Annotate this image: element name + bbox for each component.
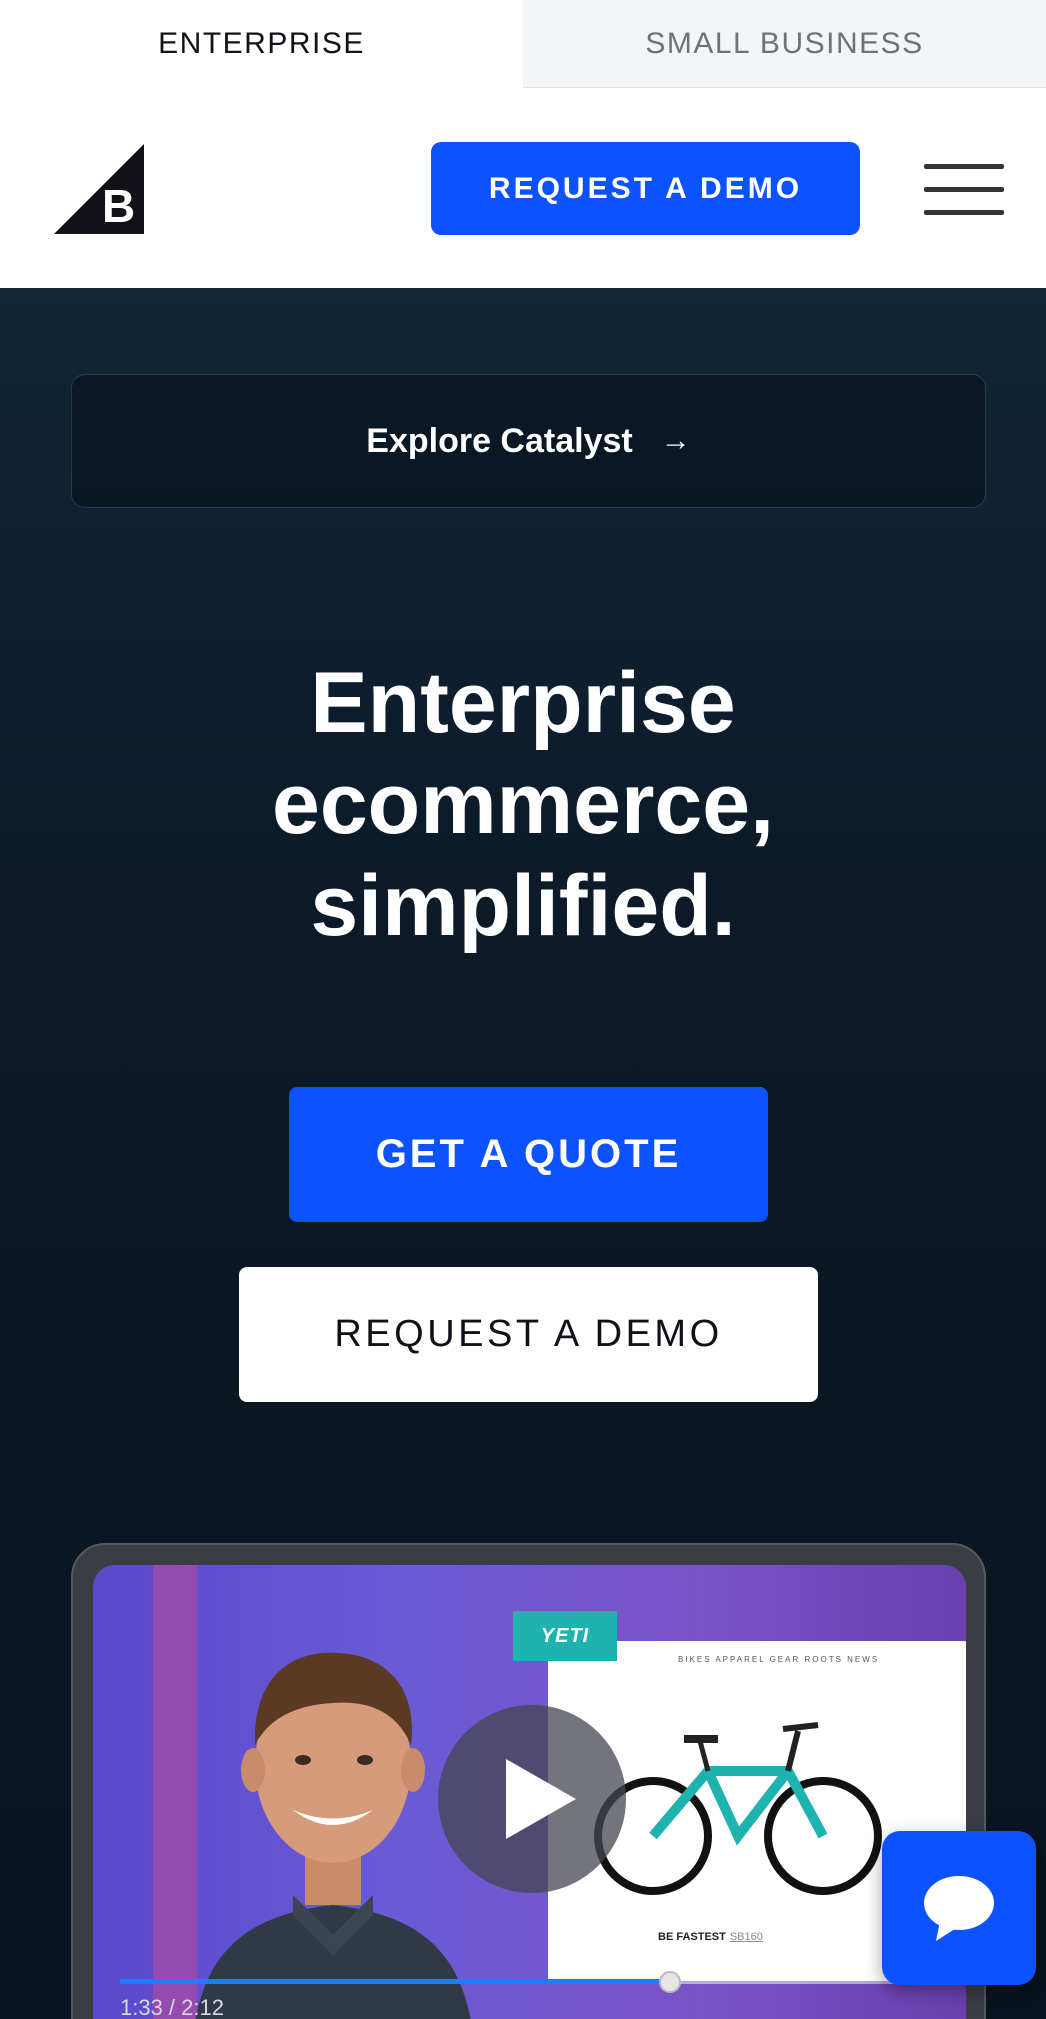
arrow-right-icon: → xyxy=(660,424,691,457)
request-demo-button-hero[interactable]: REQUEST A DEMO xyxy=(239,1267,818,1402)
bike-image xyxy=(594,1722,882,1895)
video-progress-handle[interactable] xyxy=(658,1971,681,1993)
chat-bubble-icon xyxy=(924,1876,994,1941)
video-progress-bar[interactable] xyxy=(120,1971,900,1993)
tab-small-business[interactable]: SMALL BUSINESS xyxy=(523,0,1046,88)
play-button[interactable] xyxy=(438,1705,626,1893)
get-a-quote-button[interactable]: GET A QUOTE xyxy=(289,1087,768,1222)
headline-line-3: simplified. xyxy=(310,857,736,954)
svg-text:B: B xyxy=(102,180,135,232)
segment-tabs: ENTERPRISE SMALL BUSINESS xyxy=(0,0,1046,88)
video-time-display: 1:33 / 2:12 xyxy=(120,1995,224,2019)
hamburger-menu-icon[interactable] xyxy=(924,162,1004,218)
video-player[interactable]: BIKES APPAREL GEAR ROOTS NEWS › RA BE FA… xyxy=(93,1565,966,2019)
headline-line-2: ecommerce, xyxy=(272,756,774,853)
video-progress-fill xyxy=(120,1979,670,1984)
tagline-text: BE FASTEST SB160 xyxy=(658,1931,763,1943)
site-header: B REQUEST A DEMO xyxy=(0,88,1046,288)
tagline-main: BE FASTEST xyxy=(658,1931,726,1943)
tagline-model: SB160 xyxy=(729,1931,763,1943)
video-player-frame: BIKES APPAREL GEAR ROOTS NEWS › RA BE FA… xyxy=(71,1543,986,2019)
site-nav-text: BIKES APPAREL GEAR ROOTS NEWS xyxy=(678,1655,880,1664)
tab-enterprise[interactable]: ENTERPRISE xyxy=(0,0,523,88)
yeti-brand-badge: YETI xyxy=(513,1611,617,1661)
explore-catalyst-link[interactable]: Explore Catalyst → xyxy=(71,374,986,508)
request-demo-button-header[interactable]: REQUEST A DEMO xyxy=(431,142,860,235)
hero-headline: Enterprise ecommerce, simplified. xyxy=(0,653,1046,957)
explore-catalyst-label: Explore Catalyst xyxy=(366,421,633,460)
headline-line-1: Enterprise xyxy=(310,655,736,751)
play-icon xyxy=(506,1759,576,1839)
bigcommerce-logo-icon[interactable]: B xyxy=(54,144,144,234)
hero-section: Explore Catalyst → Enterprise ecommerce,… xyxy=(0,288,1046,2019)
chat-button[interactable] xyxy=(882,1831,1036,1985)
